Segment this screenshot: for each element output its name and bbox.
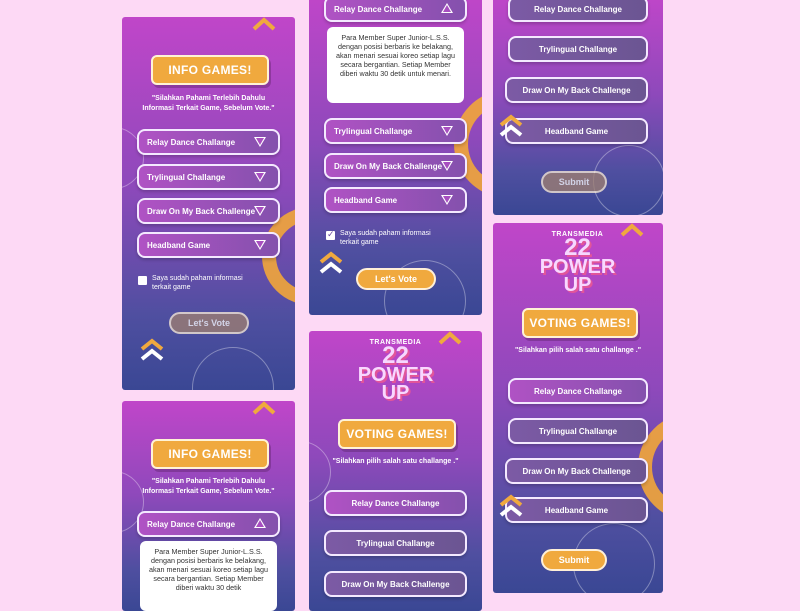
- relay-description-card: Para Member Super Junior-L.S.S. dengan p…: [140, 541, 277, 611]
- vote-option-trylingual[interactable]: Trylingual Challange: [508, 36, 648, 62]
- logo-number: 22: [564, 234, 591, 261]
- double-chevron-icon: [319, 251, 343, 274]
- vote-option-trylingual[interactable]: Trylingual Challange: [508, 418, 648, 444]
- vote-option-draw[interactable]: Draw On My Back Challenge: [505, 77, 648, 103]
- vote-option-draw[interactable]: Draw On My Back Challenge: [505, 458, 648, 484]
- info-item-trylingual[interactable]: Trylingual Challange: [137, 164, 280, 190]
- screen-info-expanded-top: Relay Dance Challange Para Member Super …: [309, 0, 482, 315]
- logo-number: 22: [382, 342, 409, 369]
- chevron-down-icon: [254, 137, 266, 147]
- item-label: Headband Game: [147, 240, 211, 250]
- chevron-up-icon: [254, 518, 266, 528]
- powerup-logo: TRANSMEDIA 22 POWER UP: [349, 339, 442, 404]
- double-chevron-icon: [499, 494, 523, 517]
- item-label: Relay Dance Challange: [334, 4, 423, 14]
- double-chevron-icon: [499, 114, 523, 137]
- info-item-trylingual[interactable]: Trylingual Challange: [324, 118, 467, 144]
- info-item-relay[interactable]: Relay Dance Challange: [137, 129, 280, 155]
- voting-note: "Silahkan pilih salah satu challange .": [332, 458, 459, 465]
- info-title: INFO GAMES!: [151, 55, 269, 85]
- submit-button[interactable]: Submit: [541, 171, 607, 193]
- screen-voting-middle: TRANSMEDIA 22 POWER UP VOTING GAMES! "Si…: [309, 331, 482, 611]
- info-item-draw[interactable]: Draw On My Back Challenge: [324, 153, 467, 179]
- info-title: INFO GAMES!: [151, 439, 269, 469]
- vote-option-headband[interactable]: Headband Game: [505, 497, 648, 523]
- vote-option-relay[interactable]: Relay Dance Challange: [508, 378, 648, 404]
- info-note: "Silahkan Pahami Terlebih Dahulu Informa…: [142, 95, 275, 112]
- vote-option-headband[interactable]: Headband Game: [505, 118, 648, 144]
- screen-voting-top: Relay Dance Challange Trylingual Challan…: [493, 0, 663, 215]
- logo-text: POWER UP: [357, 364, 434, 404]
- checkbox-label: Saya sudah paham informasi terkait game: [152, 275, 243, 291]
- info-item-relay[interactable]: Relay Dance Challange: [137, 511, 280, 537]
- chevron-up-icon: [441, 3, 453, 13]
- submit-button[interactable]: Submit: [541, 549, 607, 571]
- vote-option-relay[interactable]: Relay Dance Challange: [324, 490, 467, 516]
- info-item-headband[interactable]: Headband Game: [137, 232, 280, 258]
- understand-checkbox[interactable]: [138, 276, 147, 285]
- screen-info-expanded: INFO GAMES! "Silahkan Pahami Terlebih Da…: [122, 401, 295, 611]
- logo-text: POWER UP: [539, 256, 616, 296]
- screen-voting-right: TRANSMEDIA 22 POWER UP VOTING GAMES! "Si…: [493, 223, 663, 593]
- vote-option-trylingual[interactable]: Trylingual Challange: [324, 530, 467, 556]
- chevron-down-icon: [441, 195, 453, 205]
- item-label: Draw On My Back Challenge: [334, 161, 443, 171]
- chevron-deco-icon: [252, 401, 276, 415]
- voting-note: "Silahkan pilih salah satu challange .": [514, 347, 642, 354]
- item-label: Relay Dance Challange: [147, 519, 236, 529]
- lets-vote-button[interactable]: Let's Vote: [169, 312, 249, 334]
- vote-option-relay[interactable]: Relay Dance Challange: [508, 0, 648, 22]
- item-label: Draw On My Back Challenge: [147, 206, 256, 216]
- double-chevron-icon: [140, 338, 164, 361]
- chevron-down-icon: [254, 240, 266, 250]
- info-item-draw[interactable]: Draw On My Back Challenge: [137, 198, 280, 224]
- chevron-down-icon: [254, 206, 266, 216]
- chevron-deco-icon: [252, 17, 276, 31]
- item-label: Trylingual Challange: [334, 126, 413, 136]
- lets-vote-button[interactable]: Let's Vote: [356, 268, 436, 290]
- screen-info-collapsed: INFO GAMES! "Silahkan Pahami Terlebih Da…: [122, 17, 295, 390]
- chevron-down-icon: [441, 161, 453, 171]
- chevron-down-icon: [441, 126, 453, 136]
- deco-ring: [454, 90, 482, 198]
- powerup-logo: TRANSMEDIA 22 POWER UP: [531, 231, 624, 296]
- item-label: Relay Dance Challange: [147, 137, 236, 147]
- vote-option-draw[interactable]: Draw On My Back Challenge: [324, 571, 467, 597]
- info-item-headband[interactable]: Headband Game: [324, 187, 467, 213]
- understand-checkbox[interactable]: [326, 229, 335, 240]
- item-label: Headband Game: [334, 195, 398, 205]
- relay-description-card: Para Member Super Junior-L.S.S. dengan p…: [327, 27, 464, 103]
- voting-title: VOTING GAMES!: [338, 419, 456, 449]
- deco-circle: [192, 347, 274, 390]
- voting-title: VOTING GAMES!: [522, 308, 638, 338]
- info-note: "Silahkan Pahami Terlebih Dahulu Informa…: [142, 478, 275, 495]
- checkbox-label: Saya sudah paham informasi terkait game: [340, 230, 431, 246]
- item-label: Trylingual Challange: [147, 172, 226, 182]
- chevron-down-icon: [254, 172, 266, 182]
- info-item-relay[interactable]: Relay Dance Challange: [324, 0, 467, 22]
